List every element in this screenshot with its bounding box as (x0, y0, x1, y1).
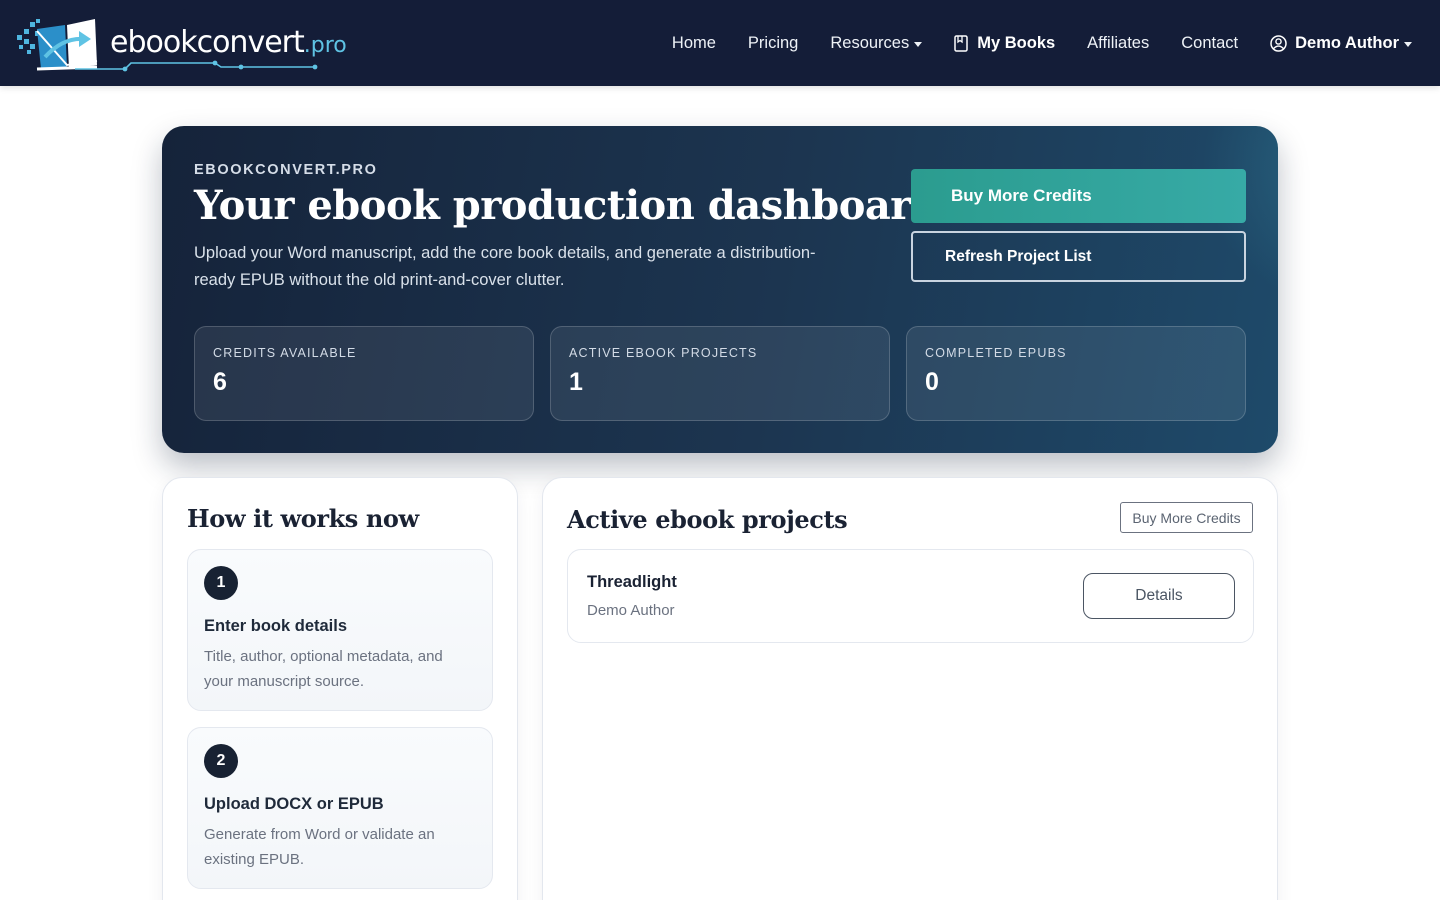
nav-contact[interactable]: Contact (1181, 34, 1238, 53)
active-projects-card: Active ebook projects Buy More Credits T… (542, 477, 1278, 900)
buy-credits-button[interactable]: Buy More Credits (911, 169, 1246, 223)
user-menu-dropdown[interactable]: Demo Author (1270, 34, 1412, 53)
nav-home[interactable]: Home (672, 34, 716, 53)
buy-credits-small-button[interactable]: Buy More Credits (1120, 502, 1253, 533)
hero-eyebrow: EBOOKCONVERT.PRO (194, 162, 378, 178)
stat-value: 0 (925, 368, 939, 396)
caret-down-icon (914, 41, 923, 47)
user-menu-label: Demo Author (1295, 33, 1399, 52)
step-card: 1 Enter book details Title, author, opti… (187, 549, 493, 711)
nav-resources-label: Resources (830, 33, 910, 52)
step-number-badge: 2 (204, 744, 238, 778)
project-row: Threadlight Demo Author Details (567, 549, 1254, 643)
navbar: ebookconvert.pro Home Pricing Resources … (0, 0, 1440, 86)
step-description: Title, author, optional metadata, and yo… (204, 648, 443, 690)
stat-active-projects: ACTIVE EBOOK PROJECTS 1 (550, 326, 890, 421)
how-it-works-card: How it works now 1 Enter book details Ti… (162, 477, 518, 900)
step-card: 2 Upload DOCX or EPUB Generate from Word… (187, 727, 493, 889)
step-number-badge: 1 (204, 566, 238, 600)
refresh-project-list-button[interactable]: Refresh Project List (911, 231, 1246, 282)
step-description: Generate from Word or validate an existi… (204, 826, 435, 868)
project-author: Demo Author (587, 602, 675, 619)
main-nav: Home Pricing Resources My Books Affiliat… (640, 0, 1412, 86)
how-it-works-title: How it works now (187, 504, 419, 533)
nav-affiliates[interactable]: Affiliates (1087, 34, 1149, 53)
stat-label: ACTIVE EBOOK PROJECTS (569, 346, 758, 360)
brand-wordmark: ebookconvert.pro (110, 25, 347, 60)
stat-credits-available: CREDITS AVAILABLE 6 (194, 326, 534, 421)
nav-my-books-label: My Books (977, 33, 1056, 52)
hero-description: Upload your Word manuscript, add the cor… (194, 244, 816, 289)
caret-down-icon (1404, 41, 1412, 47)
stat-value: 6 (213, 368, 227, 396)
nav-pricing[interactable]: Pricing (748, 34, 798, 53)
book-icon (954, 34, 969, 52)
active-projects-title: Active ebook projects (567, 505, 848, 534)
step-title: Enter book details (204, 617, 348, 635)
brand-name: ebookconvert (110, 25, 305, 60)
page-title: Your ebook production dashboard (194, 182, 939, 229)
dashboard-hero: EBOOKCONVERT.PRO Your ebook production d… (162, 126, 1278, 453)
step-title: Upload DOCX or EPUB (204, 795, 384, 813)
project-details-button[interactable]: Details (1083, 573, 1235, 619)
stat-value: 1 (569, 368, 583, 396)
stat-completed-epubs: COMPLETED EPUBS 0 (906, 326, 1246, 421)
stat-label: CREDITS AVAILABLE (213, 346, 357, 360)
brand-suffix: .pro (303, 33, 347, 58)
nav-my-books[interactable]: My Books (954, 34, 1055, 53)
stat-label: COMPLETED EPUBS (925, 346, 1067, 360)
user-circle-icon (1270, 34, 1287, 52)
nav-resources-dropdown[interactable]: Resources (830, 33, 923, 53)
project-title: Threadlight (587, 573, 677, 591)
brand-logo[interactable]: ebookconvert.pro (15, 17, 347, 73)
